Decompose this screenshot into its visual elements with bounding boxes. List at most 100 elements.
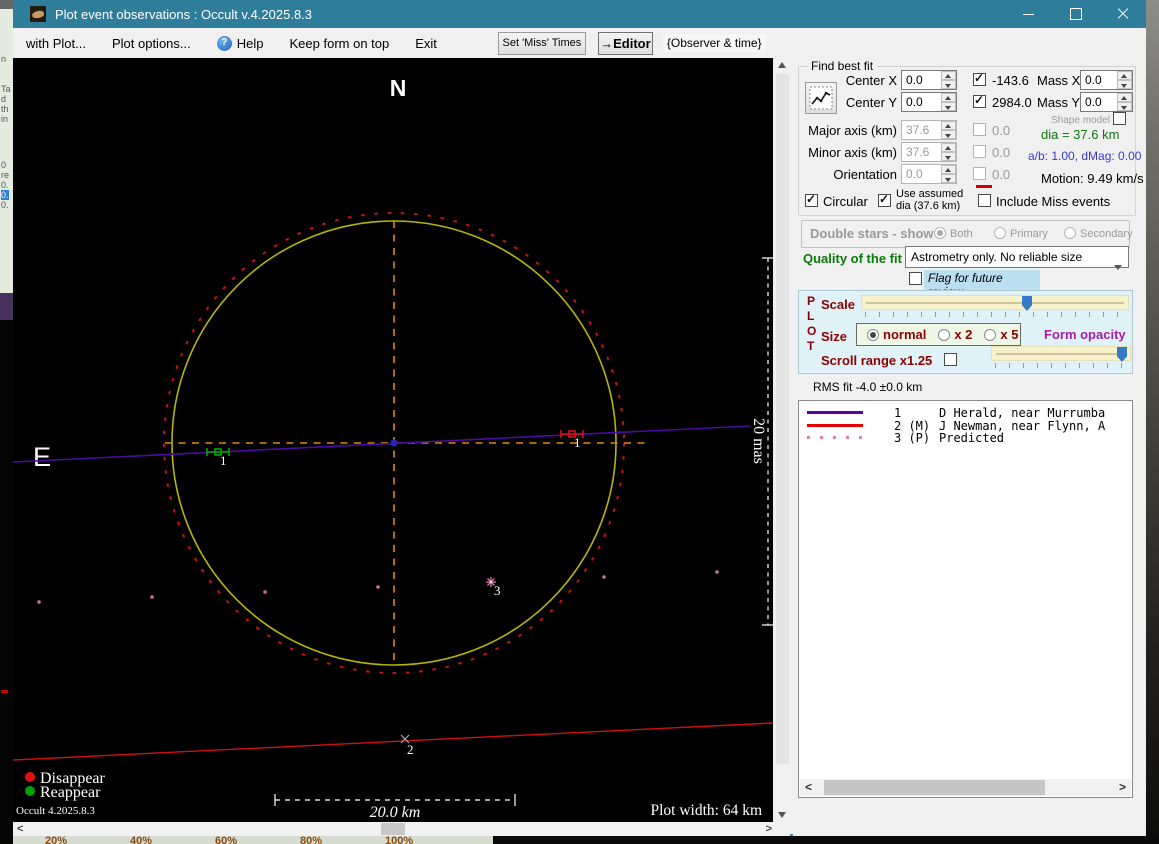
minor-axis-fit-checkbox[interactable] — [973, 145, 986, 158]
radio-icon — [938, 329, 951, 341]
list-item[interactable]: 2 (M) J Newman, near Flynn, A — [799, 419, 1132, 433]
spin-up-icon — [941, 143, 956, 152]
reappear-dot-icon — [25, 786, 35, 796]
list-scroll-thumb[interactable] — [824, 780, 1045, 795]
major-axis-fit-checkbox[interactable] — [973, 123, 986, 136]
spin-up-icon — [941, 165, 956, 174]
chord-2-label: 2 — [407, 742, 414, 757]
scroll-up-icon[interactable] — [778, 62, 786, 68]
shape-model-checkbox[interactable] — [1113, 112, 1126, 125]
scroll-left-icon[interactable]: < — [17, 822, 23, 836]
spin-up-icon[interactable] — [941, 71, 956, 80]
circular-checkbox[interactable] — [805, 192, 818, 207]
menu-exit[interactable]: Exit — [402, 36, 450, 51]
form-opacity-slider-thumb[interactable] — [1117, 347, 1127, 362]
center-y-fit-checkbox[interactable] — [973, 93, 986, 108]
editor-button[interactable]: →Editor — [597, 31, 653, 55]
horizontal-scroll-thumb[interactable] — [381, 823, 405, 835]
spin-down-icon[interactable] — [941, 102, 956, 111]
flag-review-checkbox[interactable] — [909, 272, 922, 285]
plot-canvas[interactable]: N E 1 1 2 3 20 mas 20.0 km Disappear Rea… — [12, 58, 774, 822]
scroll-down-icon[interactable] — [778, 812, 786, 818]
mass-y-value[interactable]: 0.0 — [1081, 93, 1117, 111]
spin-up-icon[interactable] — [1117, 93, 1132, 102]
mass-y-spinner[interactable]: 0.0 — [1080, 92, 1133, 112]
center-x-fit-checkbox[interactable] — [973, 71, 986, 86]
scale-slider-ticks — [865, 312, 1127, 317]
include-miss-label: Include Miss events — [996, 194, 1111, 209]
center-x-value[interactable]: 0.0 — [902, 71, 941, 89]
scroll-range-checkbox[interactable] — [944, 353, 957, 366]
window-title: Plot event observations : Occult v.4.202… — [55, 6, 313, 22]
scale-slider-thumb[interactable] — [1022, 296, 1032, 311]
spin-down-icon[interactable] — [941, 80, 956, 89]
radio-icon — [867, 329, 879, 341]
list-item[interactable]: 1 D Herald, near Murrumba — [799, 406, 1132, 420]
minor-axis-label: Minor axis (km) — [808, 145, 897, 160]
chord-2-line[interactable] — [12, 722, 774, 761]
quality-dropdown[interactable]: Astrometry only. No reliable size — [905, 246, 1129, 270]
plot-horizontal-scrollbar[interactable]: < > — [13, 822, 790, 836]
center-y-spinner[interactable]: 0.0 — [901, 92, 957, 112]
spin-up-icon[interactable] — [941, 93, 956, 102]
secondary-label: Secondary — [1080, 228, 1133, 240]
vertical-scroll-thumb[interactable] — [776, 74, 789, 764]
size-normal-radio[interactable]: normal — [867, 327, 926, 342]
chord-3-label: 3 — [494, 583, 501, 598]
close-button[interactable] — [1099, 0, 1146, 28]
form-opacity-slider-ticks — [995, 363, 1127, 368]
chord-line-sample — [807, 411, 863, 414]
minimize-button[interactable] — [1005, 0, 1052, 28]
use-assumed-checkbox[interactable] — [878, 192, 891, 207]
scroll-right-icon[interactable]: > — [766, 822, 772, 836]
scroll-left-icon[interactable]: < — [805, 780, 812, 795]
scale-slider[interactable] — [861, 295, 1129, 311]
spin-up-icon[interactable] — [1117, 71, 1132, 80]
menu-with-plot[interactable]: with Plot... — [13, 36, 99, 51]
major-axis-spinner[interactable]: 37.6 — [901, 120, 957, 140]
both-label: Both — [950, 228, 973, 240]
spin-down-icon[interactable] — [1117, 80, 1132, 89]
menu-plot-options[interactable]: Plot options... — [99, 36, 204, 51]
include-miss-checkbox[interactable] — [978, 194, 991, 207]
set-miss-times-button[interactable]: Set 'Miss' Times — [497, 31, 586, 55]
observation-name: Predicted — [939, 431, 1005, 445]
double-stars-both-radio[interactable]: Both — [934, 227, 973, 240]
form-opacity-slider[interactable] — [991, 346, 1131, 362]
orientation-fit-checkbox[interactable] — [973, 167, 986, 180]
form-opacity-label: Form opacity — [1044, 327, 1126, 342]
scroll-right-icon[interactable]: > — [1119, 780, 1126, 795]
menu-keep-on-top[interactable]: Keep form on top — [277, 36, 403, 51]
find-best-fit-title: Find best fit — [807, 59, 878, 73]
chord-1-line[interactable] — [12, 425, 751, 463]
radio-icon — [984, 329, 997, 341]
menu-help-label: Help — [236, 35, 264, 51]
bg-black-block — [0, 320, 13, 844]
mass-x-spinner[interactable]: 0.0 — [1080, 70, 1133, 90]
observations-list[interactable]: 1 D Herald, near Murrumba 2 (M) J Newman… — [798, 400, 1133, 798]
menu-help[interactable]: Help — [204, 35, 277, 51]
center-x-spinner[interactable]: 0.0 — [901, 70, 957, 90]
spin-down-icon[interactable] — [1117, 102, 1132, 111]
mass-x-value[interactable]: 0.0 — [1081, 71, 1117, 89]
maximize-button[interactable] — [1052, 0, 1099, 28]
list-horizontal-scrollbar[interactable]: < > — [800, 779, 1131, 796]
orientation-spinner[interactable]: 0.0 — [901, 164, 957, 184]
list-item[interactable]: 3 (P) Predicted — [799, 431, 1132, 445]
scale-label: Scale — [821, 297, 855, 312]
bg-fragment: 0 — [1, 160, 7, 170]
double-stars-primary-radio[interactable]: Primary — [994, 227, 1048, 240]
maximize-icon — [1069, 8, 1082, 20]
radio-icon — [1064, 227, 1076, 239]
center-y-value[interactable]: 0.0 — [902, 93, 941, 111]
shape-model-label: Shape model — [1051, 115, 1110, 126]
background-percent-strip: 20% 40% 60% 80% 100% — [13, 836, 493, 844]
size-x5-radio[interactable]: x 5 — [984, 327, 1019, 342]
plot-vertical-scrollbar[interactable] — [775, 58, 790, 822]
titlebar[interactable]: Plot event observations : Occult v.4.202… — [13, 0, 1146, 28]
minor-axis-spinner[interactable]: 37.6 — [901, 142, 957, 162]
minimize-icon — [1023, 13, 1034, 15]
double-stars-secondary-radio[interactable]: Secondary — [1064, 227, 1133, 240]
size-x2-radio[interactable]: x 2 — [938, 327, 972, 342]
motion-readout: Motion: 9.49 km/s — [1041, 171, 1144, 186]
